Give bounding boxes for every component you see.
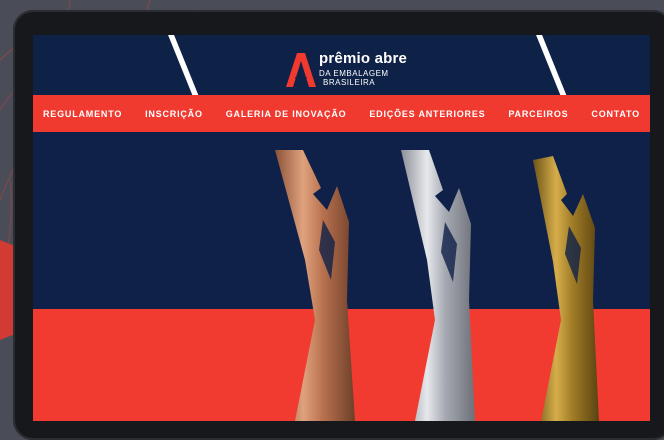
nav-item-edicoes-anteriores[interactable]: EDIÇÕES ANTERIORES [369, 109, 485, 119]
nav-item-contato[interactable]: CONTATO [591, 109, 640, 119]
logo-subtitle: DA EMBALAGEM BRASILEIRA [319, 69, 389, 87]
nav-item-parceiros[interactable]: PARCEIROS [508, 109, 568, 119]
gold-trophy [533, 156, 599, 421]
nav-item-inscricao[interactable]: INSCRIÇÃO [145, 109, 203, 119]
logo-subtitle-line1: DA EMBALAGEM [319, 69, 389, 78]
logo-subtitle-line2: BRASILEIRA [323, 78, 376, 87]
logo-a-icon [286, 53, 316, 87]
nav-item-galeria-de-inovacao[interactable]: GALERIA DE INOVAÇÃO [226, 109, 347, 119]
header-stripe-left [164, 35, 204, 95]
logo-title: prêmio abre [319, 50, 408, 67]
nav-item-regulamento[interactable]: REGULAMENTO [43, 109, 122, 119]
site-header: prêmio abre DA EMBALAGEM BRASILEIRA [33, 35, 650, 95]
website-screen: prêmio abre DA EMBALAGEM BRASILEIRA REGU… [33, 35, 650, 421]
hero-banner [33, 132, 650, 421]
site-logo[interactable]: prêmio abre DA EMBALAGEM BRASILEIRA [283, 49, 407, 89]
main-navigation: REGULAMENTO INSCRIÇÃO GALERIA DE INOVAÇÃ… [33, 95, 650, 132]
bronze-trophy [275, 150, 355, 421]
silver-trophy [401, 150, 475, 421]
header-stripe-right [532, 35, 572, 95]
